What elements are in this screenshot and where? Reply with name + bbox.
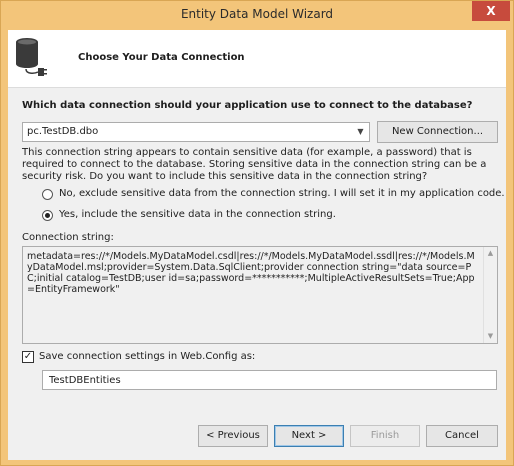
wizard-client-area: Choose Your Data Connection Which data c… [8,30,506,460]
connection-dropdown-value: pc.TestDB.dbo [27,126,99,137]
title-bar: Entity Data Model Wizard X [1,1,513,29]
sensitive-data-note: This connection string appears to contai… [22,147,487,182]
save-settings-label: Save connection settings in Web.Config a… [39,351,256,362]
next-button[interactable]: Next > [274,425,344,447]
new-connection-button[interactable]: New Connection... [377,121,498,143]
radio-button[interactable] [42,189,53,200]
close-button[interactable]: X [472,1,510,21]
scroll-up-icon[interactable]: ▲ [484,247,497,260]
chevron-down-icon[interactable]: ▼ [352,123,369,141]
page-title: Choose Your Data Connection [78,52,245,63]
wizard-header: Choose Your Data Connection [8,30,506,88]
vertical-scrollbar[interactable]: ▲ ▼ [483,247,497,343]
connection-question: Which data connection should your applic… [22,100,473,111]
finish-button[interactable]: Finish [350,425,420,447]
radio-exclude-label: No, exclude sensitive data from the conn… [59,188,505,199]
scroll-down-icon[interactable]: ▼ [484,330,497,343]
entity-name-input[interactable]: TestDBEntities [42,370,497,390]
window-title: Entity Data Model Wizard [180,7,334,21]
connection-string-box[interactable]: metadata=res://*/Models.MyDataModel.csdl… [22,246,498,344]
connection-string-text: metadata=res://*/Models.MyDataModel.csdl… [27,251,475,295]
radio-button-selected[interactable] [42,210,53,221]
wizard-window: Entity Data Model Wizard X Choose Your D… [0,0,514,466]
cancel-button[interactable]: Cancel [426,425,498,447]
entity-name-value: TestDBEntities [49,375,121,386]
database-connection-icon [16,38,47,76]
radio-include-label: Yes, include the sensitive data in the c… [59,209,336,220]
previous-button[interactable]: < Previous [198,425,268,447]
connection-dropdown[interactable]: pc.TestDB.dbo ▼ [22,122,370,142]
save-settings-checkbox[interactable]: ✓ [22,351,34,363]
connection-string-label: Connection string: [22,232,114,243]
